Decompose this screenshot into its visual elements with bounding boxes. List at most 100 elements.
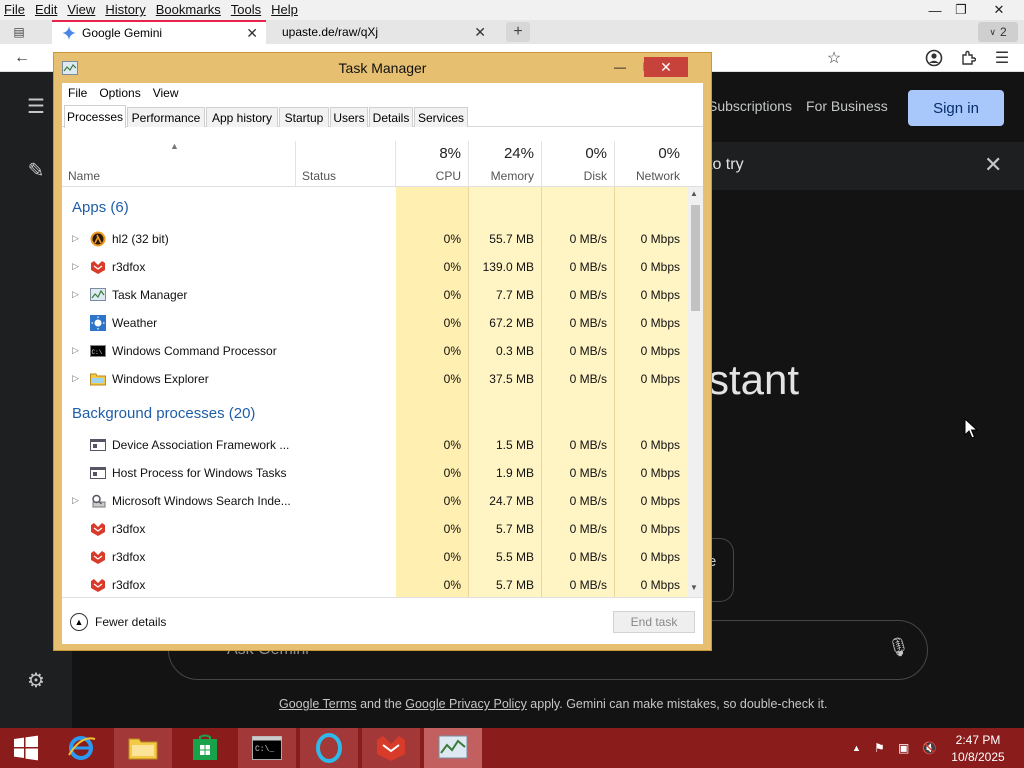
close-icon[interactable]: ✕ [644,57,688,77]
column-memory[interactable]: 24% Memory [469,141,542,187]
process-row[interactable]: ▷ Task Manager 0% 7.7 MB 0 MB/s 0 Mbps [62,281,688,309]
google-terms-link[interactable]: Google Terms [279,697,357,711]
expand-arrow-icon[interactable]: ▷ [72,345,79,356]
expand-arrow-icon[interactable]: ▷ [72,261,79,272]
process-row[interactable]: r3dfox 0% 5.7 MB 0 MB/s 0 Mbps [62,571,688,597]
internet-explorer-icon[interactable] [52,728,110,768]
tab-upaste[interactable]: upaste.de/raw/qXj ✕ [272,20,494,44]
tm-menu-view[interactable]: View [153,86,179,100]
scrollbar-thumb[interactable] [691,205,700,311]
tab-startup[interactable]: Startup [279,107,329,127]
vertical-scrollbar[interactable]: ▲ ▼ [688,187,703,597]
process-network: 0 Mbps [640,466,680,480]
back-icon[interactable]: ← [12,48,32,68]
microphone-icon[interactable]: 🎙 [887,637,910,658]
process-network: 0 Mbps [640,288,680,302]
scroll-down-icon[interactable]: ▼ [690,583,698,592]
process-memory: 1.5 MB [495,438,534,452]
expand-arrow-icon[interactable]: ▷ [72,289,79,300]
tab-close-icon[interactable]: ✕ [246,25,258,42]
group-header-background[interactable]: Background processes (20) [72,405,255,422]
process-row[interactable]: r3dfox 0% 5.5 MB 0 MB/s 0 Mbps [62,543,688,571]
tab-list-icon[interactable]: ▤ [8,23,30,41]
hamburger-menu-icon[interactable]: ☰ [22,92,50,120]
tab-users[interactable]: Users [330,107,368,127]
store-icon[interactable] [176,728,234,768]
process-row[interactable]: ▷ Windows Explorer 0% 37.5 MB 0 MB/s 0 Mbps [62,365,688,393]
process-row[interactable]: Host Process for Windows Tasks 0% 1.9 MB 0 … [62,459,688,487]
menu-edit[interactable]: Edit [35,2,57,17]
tab-count-button[interactable]: ∨ 2 [978,22,1018,42]
menu-help[interactable]: Help [271,2,298,17]
for-business-link[interactable]: For Business [806,98,888,114]
task-manager-titlebar[interactable]: Task Manager — ☐ ✕ [54,53,711,83]
process-row[interactable]: r3dfox 0% 5.7 MB 0 MB/s 0 Mbps [62,515,688,543]
fewer-details-link[interactable]: Fewer details [95,615,166,629]
close-icon[interactable]: ✕ [984,0,1014,20]
tab-services[interactable]: Services [414,107,468,127]
gemini-heading: stant [708,356,800,403]
menu-file[interactable]: File [4,2,25,17]
column-status[interactable]: Status [296,141,395,187]
process-row[interactable]: ▷ Microsoft Windows Search Inde... 0% 24.7 … [62,487,688,515]
process-row[interactable]: Weather 0% 67.2 MB 0 MB/s 0 Mbps [62,309,688,337]
column-name[interactable]: Name [62,141,295,187]
column-cpu[interactable]: 8% CPU [396,141,469,187]
windows-start-icon[interactable] [0,728,52,768]
tab-processes[interactable]: Processes [64,105,126,128]
menu-tools[interactable]: Tools [231,2,261,17]
banner-close-icon[interactable]: ✕ [984,152,1002,178]
menu-history[interactable]: History [105,2,145,17]
network-icon[interactable]: ▣ [898,741,909,755]
clock-time[interactable]: 2:47 PM [946,733,1010,747]
volume-muted-icon[interactable]: 🔇 [922,741,937,755]
footer-rest: apply. Gemini can make mistakes, so doub… [526,697,828,711]
r3dfox-icon [90,577,106,593]
sign-in-button[interactable]: Sign in [908,90,1004,126]
column-network[interactable]: 0% Network [615,141,688,187]
account-icon[interactable] [924,48,944,68]
group-header-apps[interactable]: Apps (6) [72,199,129,216]
action-center-flag-icon[interactable]: ⚑ [874,741,885,755]
process-row[interactable]: ▷ hl2 (32 bit) 0% 55.7 MB 0 MB/s 0 Mbps [62,225,688,253]
tab-details[interactable]: Details [369,107,413,127]
clock-date[interactable]: 10/8/2025 [946,750,1010,764]
bookmark-star-icon[interactable]: ☆ [824,48,844,68]
r3dfox-icon [90,549,106,565]
process-row[interactable]: ▷ r3dfox 0% 139.0 MB 0 MB/s 0 Mbps [62,253,688,281]
privacy-policy-link[interactable]: Google Privacy Policy [405,697,527,711]
opera-icon[interactable] [300,728,358,768]
column-disk[interactable]: 0% Disk [542,141,615,187]
process-row[interactable]: Device Association Framework ... 0% 1.5 MB… [62,431,688,459]
tab-app-history[interactable]: App history [206,107,278,127]
process-name: r3dfox [112,260,146,274]
chevron-up-icon[interactable]: ▲ [70,613,88,631]
process-memory: 139.0 MB [482,260,534,274]
minimize-icon[interactable]: — [610,57,630,77]
cmd-icon[interactable]: C:\_ [238,728,296,768]
new-chat-icon[interactable]: ✎ [22,156,50,184]
subscriptions-link[interactable]: Subscriptions [708,98,792,114]
settings-gear-icon[interactable]: ⚙ [22,666,50,694]
tm-menu-options[interactable]: Options [99,86,140,100]
task-manager-icon[interactable] [424,728,482,768]
menu-view[interactable]: View [67,2,95,17]
expand-arrow-icon[interactable]: ▷ [72,495,79,506]
tm-menu-file[interactable]: File [68,86,87,100]
tab-performance[interactable]: Performance [127,107,205,127]
r3dfox-icon[interactable] [362,728,420,768]
show-hidden-icons-chevron-icon[interactable]: ▲ [852,743,861,753]
end-task-button[interactable]: End task [613,611,695,633]
process-row[interactable]: ▷ C:\ Windows Command Processor 0% 0.3 MB 0 M… [62,337,688,365]
menu-bookmarks[interactable]: Bookmarks [156,2,221,17]
expand-arrow-icon[interactable]: ▷ [72,233,79,244]
new-tab-button[interactable]: + [506,22,530,42]
restore-icon[interactable]: ❐ [946,0,976,20]
expand-arrow-icon[interactable]: ▷ [72,373,79,384]
scroll-up-icon[interactable]: ▲ [690,189,698,198]
hamburger-menu-icon[interactable]: ☰ [992,48,1012,68]
tab-close-icon[interactable]: ✕ [474,24,486,41]
file-explorer-icon[interactable] [114,728,172,768]
tab-google-gemini[interactable]: Google Gemini ✕ [52,20,266,44]
extensions-icon[interactable] [958,48,978,68]
